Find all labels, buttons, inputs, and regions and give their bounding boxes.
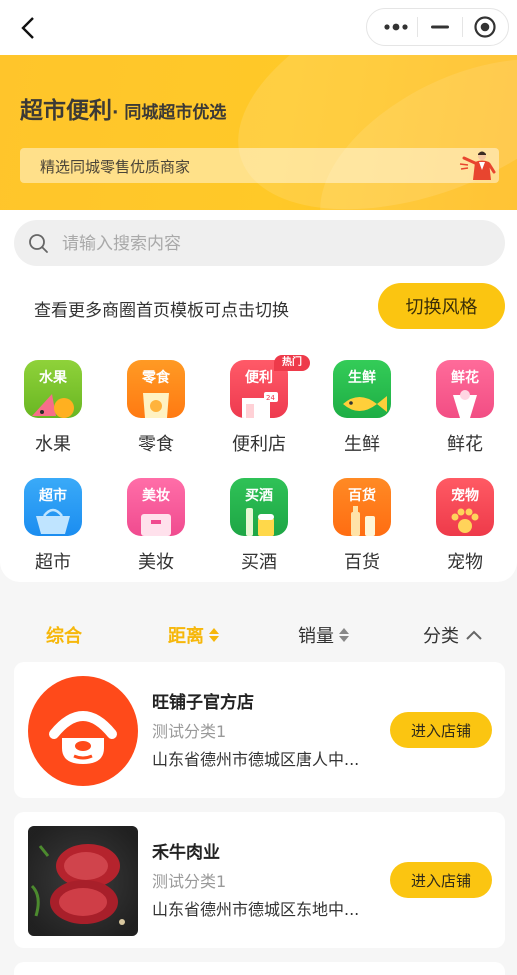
category-icon-text: 百货	[348, 488, 376, 504]
category-icon-text: 鲜花	[451, 370, 479, 386]
chevron-up-icon	[466, 630, 482, 640]
category-label: 买酒	[241, 552, 277, 573]
category-convenience-store[interactable]: 便利 24 便利店	[219, 360, 299, 460]
paw-illustration	[451, 508, 479, 533]
template-tip-text: 查看更多商圈首页模板可点击切换	[34, 301, 289, 321]
minimize-button[interactable]	[418, 9, 462, 45]
hot-badge: 热门	[274, 355, 310, 371]
banner-title-main: 超市便利	[20, 98, 112, 124]
category-label: 水果	[35, 434, 71, 455]
category-general-goods[interactable]: 百货 百货	[322, 478, 402, 578]
bouquet-illustration	[453, 390, 477, 418]
store-24h-illustration: 24	[242, 392, 278, 418]
store-card[interactable]: 禾牛肉业 测试分类1 山东省德州市德城区东地中... 进入店铺	[14, 812, 505, 948]
back-button[interactable]	[14, 14, 42, 42]
banner-tagline: 精选同城零售优质商家	[40, 158, 191, 176]
category-label: 美妆	[138, 552, 174, 573]
switch-style-button[interactable]: 切换风格	[378, 283, 505, 329]
basket-illustration	[36, 508, 70, 534]
sort-sales[interactable]: 销量	[298, 620, 349, 650]
category-label: 鲜花	[447, 434, 483, 455]
beer-illustration	[246, 508, 274, 536]
mini-program-capsule	[366, 8, 509, 46]
sort-arrows-icon	[209, 628, 219, 642]
svg-text:24: 24	[266, 394, 275, 402]
category-icon-text: 水果	[39, 370, 67, 386]
sort-arrows-icon	[339, 628, 349, 642]
category-fruit[interactable]: 水果 水果	[13, 360, 93, 460]
store-category: 测试分类1	[152, 872, 227, 891]
enter-store-button[interactable]: 进入店铺	[390, 862, 492, 898]
store-logo-dog-icon	[28, 676, 138, 786]
store-name: 旺铺子官方店	[152, 693, 254, 713]
search-input[interactable]	[60, 220, 484, 268]
banner-subtitle: · 同城超市优选	[112, 103, 227, 123]
banner-tagline-pill: 精选同城零售优质商家	[20, 148, 499, 183]
more-dots-icon	[383, 23, 408, 31]
category-icon-text: 超市	[39, 488, 67, 504]
top-nav-bar	[0, 0, 517, 55]
back-arrow-icon	[21, 17, 34, 39]
flowers-icon: 鲜花	[436, 360, 494, 418]
sort-category[interactable]: 分类	[423, 620, 483, 650]
category-label: 宠物	[447, 552, 483, 573]
target-close-icon	[474, 16, 496, 38]
sort-overall-label: 综合	[46, 626, 82, 647]
category-snacks[interactable]: 零食 零食	[116, 360, 196, 460]
category-label: 零食	[138, 434, 174, 455]
sort-overall[interactable]: 综合	[46, 620, 82, 650]
category-icon-text: 生鲜	[348, 370, 376, 386]
pets-icon: 宠物	[436, 478, 494, 536]
store-address: 山东省德州市德城区东地中...	[152, 900, 360, 919]
sort-sales-label: 销量	[298, 626, 334, 647]
store-photo-beef	[28, 826, 138, 936]
minimize-icon	[431, 25, 449, 29]
category-label: 百货	[344, 552, 380, 573]
general-goods-icon: 百货	[333, 478, 391, 536]
store-address: 山东省德州市德城区唐人中...	[152, 750, 360, 769]
category-pets[interactable]: 宠物 宠物	[425, 478, 505, 578]
waving-person-icon	[459, 151, 496, 180]
category-fresh[interactable]: 生鲜 生鲜	[322, 360, 402, 460]
alcohol-icon: 买酒	[230, 478, 288, 536]
category-icon-text: 买酒	[245, 488, 273, 504]
store-card[interactable]	[14, 962, 505, 975]
sort-distance-label: 距离	[168, 626, 204, 647]
sort-category-label: 分类	[423, 626, 459, 647]
fish-illustration	[343, 396, 387, 412]
more-button[interactable]	[373, 9, 418, 45]
bottles-illustration	[351, 506, 375, 536]
search-icon	[29, 234, 48, 253]
category-flowers[interactable]: 鲜花 鲜花	[425, 360, 505, 460]
fresh-icon: 生鲜	[333, 360, 391, 418]
cosmetic-case-illustration	[141, 514, 171, 536]
category-supermarket[interactable]: 超市 超市	[13, 478, 93, 578]
category-label: 生鲜	[344, 434, 380, 455]
category-icon-text: 零食	[142, 370, 170, 386]
store-name: 禾牛肉业	[152, 843, 220, 863]
enter-store-button[interactable]: 进入店铺	[390, 712, 492, 748]
category-label: 便利店	[232, 434, 286, 455]
close-button[interactable]	[463, 9, 507, 45]
sort-distance[interactable]: 距离	[168, 620, 219, 650]
banner-title: 超市便利· 同城超市优选	[20, 91, 226, 125]
banner: 超市便利· 同城超市优选 精选同城零售优质商家	[0, 55, 517, 210]
page: 超市便利· 同城超市优选 精选同城零售优质商家 查看更多商圈首页模板可点击切换 …	[0, 0, 517, 975]
snack-bag-illustration	[143, 393, 169, 418]
fruit-icon: 水果	[24, 360, 82, 418]
store-category: 测试分类1	[152, 722, 227, 741]
category-icon-text: 宠物	[451, 488, 479, 504]
fruit-illustration	[32, 394, 74, 418]
search-bar[interactable]	[14, 220, 505, 268]
store-card[interactable]: 旺铺子官方店 测试分类1 山东省德州市德城区唐人中... 进入店铺	[14, 662, 505, 798]
supermarket-icon: 超市	[24, 478, 82, 536]
category-label: 超市	[35, 552, 71, 573]
cosmetics-icon: 美妆	[127, 478, 185, 536]
category-icon-text: 美妆	[142, 488, 170, 504]
snacks-icon: 零食	[127, 360, 185, 418]
category-alcohol[interactable]: 买酒 买酒	[219, 478, 299, 578]
category-cosmetics[interactable]: 美妆 美妆	[116, 478, 196, 578]
